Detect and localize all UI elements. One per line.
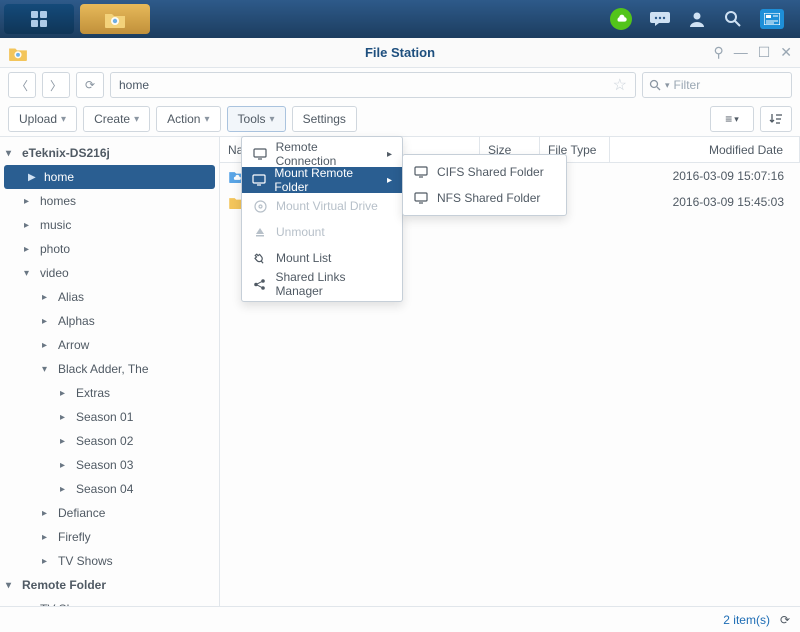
cloud-status-icon[interactable] [610, 8, 632, 30]
tree-item[interactable]: ▸Alphas [0, 309, 219, 333]
tree-item[interactable]: ▸Season 02 [0, 429, 219, 453]
close-icon[interactable]: ✕ [780, 44, 792, 61]
window-titlebar: File Station ⚲ — ☐ ✕ [0, 38, 800, 68]
user-icon[interactable] [688, 10, 706, 28]
reload-button[interactable]: ⟳ [76, 72, 104, 98]
tools-button[interactable]: Tools▾ [227, 106, 286, 132]
upload-button[interactable]: Upload▾ [8, 106, 77, 132]
tree-item[interactable]: ▸music [0, 213, 219, 237]
chat-icon[interactable] [650, 10, 670, 28]
filter-input[interactable]: ▾ Filter [642, 72, 792, 98]
tree-item[interactable]: ▸Defiance [0, 501, 219, 525]
window-title: File Station [0, 45, 800, 60]
filter-placeholder: Filter [674, 78, 701, 92]
file-station-taskbar-icon[interactable] [80, 4, 150, 34]
monitor-icon [413, 166, 429, 178]
plug-icon [252, 252, 268, 264]
menu-mount-virtual: Mount Virtual Drive [242, 193, 402, 219]
favorite-icon[interactable]: ☆ [613, 75, 627, 95]
nav-toolbar: 〈 〉 ⟳ home ☆ ▾ Filter [0, 68, 800, 102]
tree-remote-root[interactable]: ▾Remote Folder [0, 573, 219, 597]
maximize-icon[interactable]: ☐ [758, 44, 771, 61]
tree-item[interactable]: ▸Season 04 [0, 477, 219, 501]
address-bar[interactable]: home ☆ [110, 72, 636, 98]
monitor-icon [252, 148, 268, 160]
tree-item[interactable]: ▸Alias [0, 285, 219, 309]
monitor-icon [252, 174, 266, 186]
os-taskbar [0, 0, 800, 38]
back-button[interactable]: 〈 [8, 72, 36, 98]
view-mode-button[interactable]: ≡▾ [710, 106, 754, 132]
monitor-icon [413, 192, 429, 204]
tree-item[interactable]: ▾Black Adder, The [0, 357, 219, 381]
widget-icon[interactable] [760, 9, 784, 29]
submenu-nfs[interactable]: NFS Shared Folder [403, 185, 566, 211]
tree-item[interactable]: ▸homes [0, 189, 219, 213]
app-icon [8, 45, 28, 61]
menu-unmount: Unmount [242, 219, 402, 245]
settings-button[interactable]: Settings [292, 106, 357, 132]
search-icon[interactable] [724, 10, 742, 28]
col-date[interactable]: Modified Date [610, 137, 800, 162]
tree-item[interactable]: ▸TV Shows [0, 549, 219, 573]
status-bar: 2 item(s) ⟳ [0, 606, 800, 632]
menu-mount-list[interactable]: Mount List [242, 245, 402, 271]
menu-remote-connection[interactable]: Remote Connection ▸ [242, 141, 402, 167]
tree-item[interactable]: ▸Season 03 [0, 453, 219, 477]
tools-menu: Remote Connection ▸ Mount Remote Folder … [241, 136, 403, 302]
status-refresh-icon[interactable]: ⟳ [780, 613, 790, 627]
apps-launcher[interactable] [4, 4, 74, 34]
minimize-icon[interactable]: — [734, 44, 748, 61]
share-icon [252, 278, 267, 291]
sort-button[interactable] [760, 106, 792, 132]
tree-item[interactable]: ▸Season 01 [0, 405, 219, 429]
menu-mount-remote[interactable]: Mount Remote Folder ▸ [242, 167, 402, 193]
submenu-cifs[interactable]: CIFS Shared Folder [403, 159, 566, 185]
folder-tree: ▾eTeknix-DS216j ▶home▸homes▸music▸photo▾… [0, 137, 220, 607]
mount-remote-submenu: CIFS Shared Folder NFS Shared Folder [402, 154, 567, 216]
item-count: 2 item(s) [723, 613, 770, 627]
tree-item[interactable]: ▶home [4, 165, 215, 189]
eject-icon [252, 226, 268, 238]
tree-root[interactable]: ▾eTeknix-DS216j [0, 141, 219, 165]
menu-shared-links[interactable]: Shared Links Manager [242, 271, 402, 297]
disc-icon [252, 200, 268, 213]
action-toolbar: Upload▾ Create▾ Action▾ Tools▾ Settings … [0, 102, 800, 137]
address-path: home [119, 78, 149, 92]
tree-item[interactable]: ▸Extras [0, 381, 219, 405]
pin-icon[interactable]: ⚲ [713, 44, 723, 61]
action-button[interactable]: Action▾ [156, 106, 220, 132]
create-button[interactable]: Create▾ [83, 106, 150, 132]
tree-item[interactable]: ▸Arrow [0, 333, 219, 357]
tree-item[interactable]: ▸photo [0, 237, 219, 261]
tree-item[interactable]: ▾video [0, 261, 219, 285]
tree-item[interactable]: ▸Firefly [0, 525, 219, 549]
forward-button[interactable]: 〉 [42, 72, 70, 98]
